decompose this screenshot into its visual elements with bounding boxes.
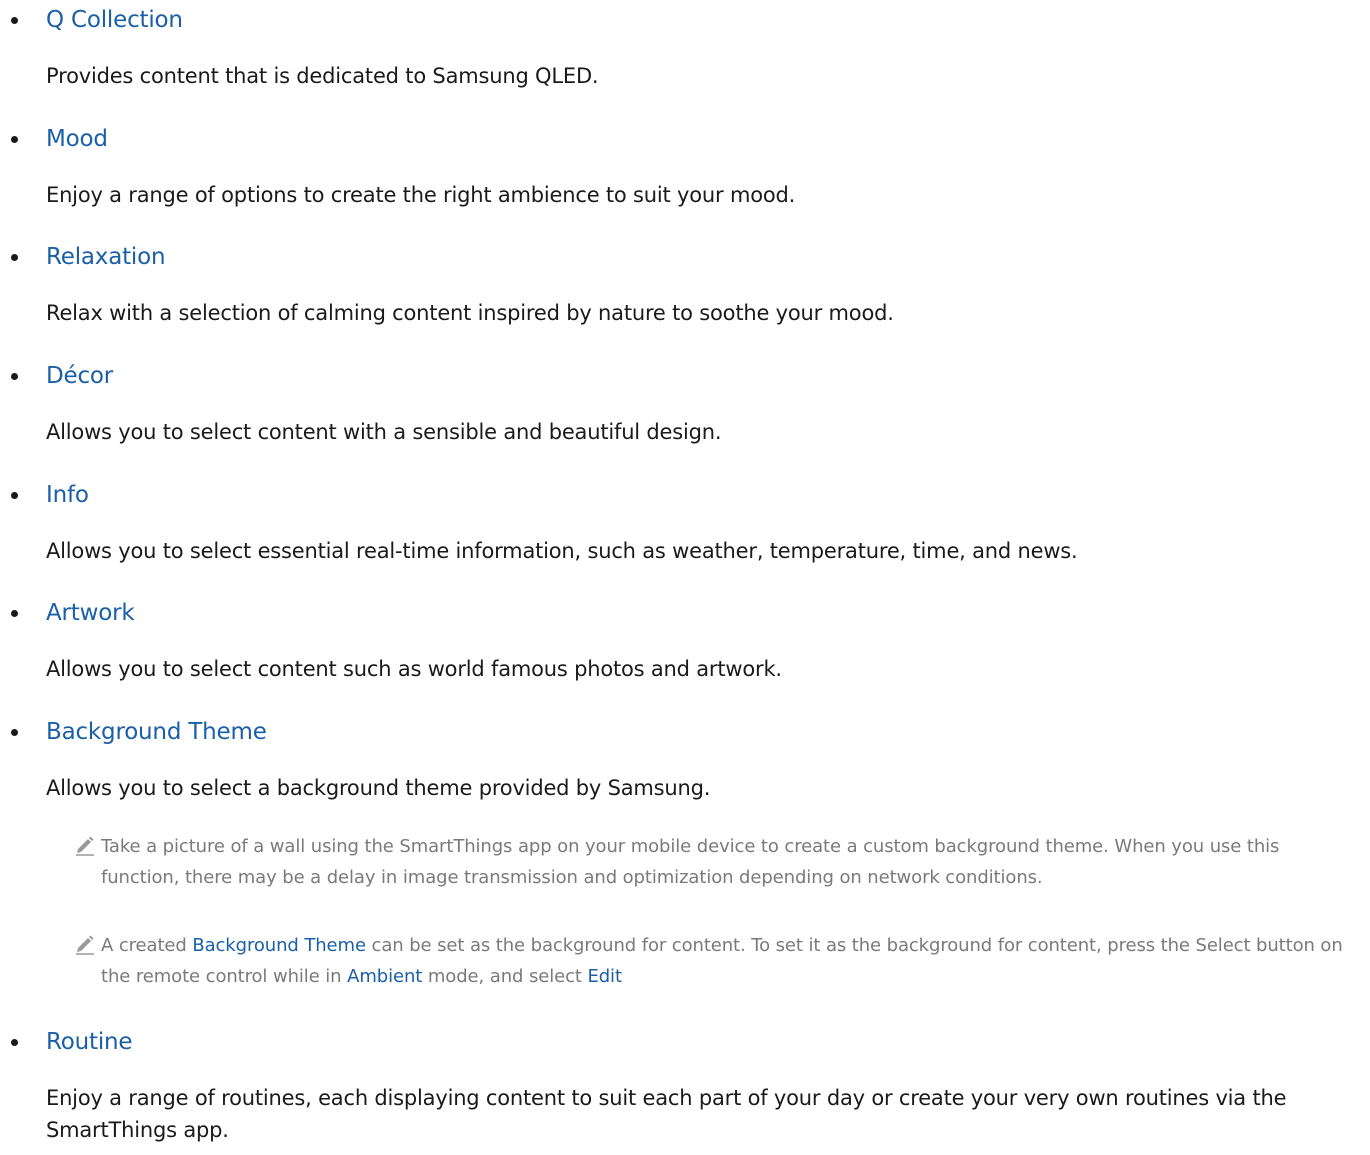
bullet-icon	[11, 373, 18, 380]
item-title-routine[interactable]: Routine	[46, 1026, 133, 1058]
note-text: Take a picture of a wall using the Smart…	[101, 836, 1280, 888]
item-title-decor[interactable]: Décor	[46, 360, 113, 392]
bullet-icon	[11, 1039, 18, 1046]
list-item-header: Info	[0, 475, 1370, 515]
item-title-artwork[interactable]: Artwork	[46, 597, 135, 629]
bullet-icon	[11, 729, 18, 736]
note-text-part: A created	[101, 935, 193, 956]
bullet-icon	[11, 492, 18, 499]
list-item-header: Routine	[0, 1022, 1370, 1062]
list-item-header: Mood	[0, 119, 1370, 159]
item-description: Allows you to select a background theme …	[46, 776, 711, 800]
list-item-header: Artwork	[0, 593, 1370, 633]
keyword-edit: Edit	[587, 966, 622, 987]
bullet-icon	[11, 17, 18, 24]
item-title-mood[interactable]: Mood	[46, 123, 108, 155]
list-item-header: Décor	[0, 356, 1370, 396]
item-description: Allows you to select content with a sens…	[46, 420, 722, 444]
bullet-icon	[11, 254, 18, 261]
note-text-part: mode, and select	[422, 966, 588, 987]
item-description: Enjoy a range of options to create the r…	[46, 183, 796, 207]
item-title-relaxation[interactable]: Relaxation	[46, 241, 166, 273]
document-page: Q Collection Provides content that is de…	[0, 0, 1370, 1155]
note-text: A created Background Theme can be set as…	[101, 930, 1356, 992]
pencil-icon	[76, 836, 94, 856]
item-description: Relax with a selection of calming conten…	[46, 301, 894, 325]
item-title-q-collection[interactable]: Q Collection	[46, 4, 183, 36]
item-title-info[interactable]: Info	[46, 479, 89, 511]
keyword-background-theme: Background Theme	[192, 935, 366, 956]
item-description: Allows you to select content such as wor…	[46, 657, 782, 681]
item-description: Enjoy a range of routines, each displayi…	[46, 1086, 1287, 1142]
item-title-background-theme[interactable]: Background Theme	[46, 716, 267, 748]
item-description: Provides content that is dedicated to Sa…	[46, 64, 599, 88]
keyword-ambient: Ambient	[347, 966, 423, 987]
list-item-header: Relaxation	[0, 237, 1370, 277]
item-description: Allows you to select essential real-time…	[46, 539, 1078, 563]
bullet-icon	[11, 610, 18, 617]
list-item-header: Q Collection	[0, 0, 1370, 40]
list-item-header: Background Theme	[0, 712, 1370, 752]
pencil-icon	[76, 935, 94, 955]
bullet-icon	[11, 136, 18, 143]
